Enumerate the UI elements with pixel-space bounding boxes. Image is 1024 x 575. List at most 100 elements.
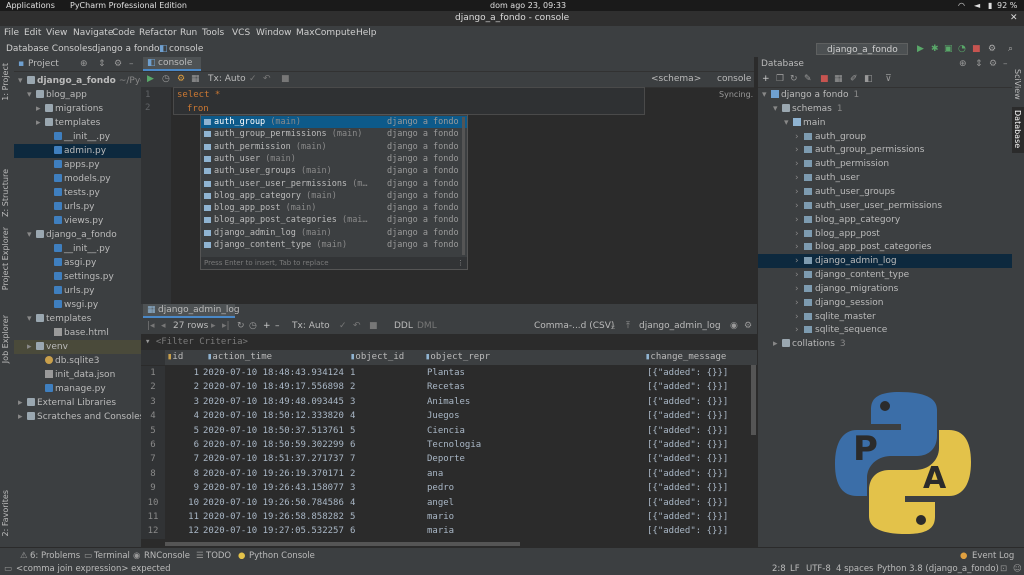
database-tree-item[interactable]: › sqlite_master (758, 310, 1013, 324)
table-cell[interactable]: Animales (427, 395, 627, 409)
project-tree-item[interactable]: urls.py (14, 284, 141, 298)
console-select[interactable]: console (717, 72, 751, 87)
project-tree-item[interactable]: ▸ External Libraries (14, 396, 141, 410)
table-cell[interactable]: 7 (167, 452, 199, 466)
column-header-object-id[interactable]: ▮object_id (350, 350, 404, 365)
table-cell[interactable]: [{"added": {}}] (647, 481, 747, 495)
completion-item[interactable]: auth_user_user_permissions (m… django a f… (201, 178, 467, 190)
rollback-icon[interactable]: ↶ (263, 72, 271, 87)
breadcrumb-django-a-fondo[interactable]: django a fondo (92, 41, 160, 57)
locate-icon[interactable]: ⊕ (959, 57, 967, 71)
project-tree-item[interactable]: ▾ django_a_fondo (14, 228, 141, 242)
table-cell[interactable]: 2020-07-10 19:26:43.158077 (203, 481, 344, 495)
table-cell[interactable]: 6 (350, 524, 420, 538)
table-row[interactable]: 7 7 2020-07-10 18:51:37.271737 7 Deporte [{"a… (141, 452, 757, 467)
table-cell[interactable]: 2020-07-10 18:50:59.302299 (203, 438, 344, 452)
table-cell[interactable]: Recetas (427, 380, 627, 394)
project-tree-item[interactable]: base.html (14, 326, 141, 340)
table-cell[interactable]: 6 (167, 438, 199, 452)
table-cell[interactable]: 4 (350, 409, 420, 423)
tab-job-explorer[interactable]: Job Explorer (1, 315, 10, 363)
column-header-id[interactable]: ▮id (167, 350, 183, 365)
clock[interactable]: dom ago 23, 09:33 (490, 0, 566, 11)
code-line-1[interactable]: select * (177, 90, 220, 100)
table-cell[interactable]: 4 (167, 409, 199, 423)
project-tree-item[interactable]: db.sqlite3 (14, 354, 141, 368)
edit-icon[interactable]: ✐ (850, 71, 858, 87)
project-tree-item[interactable]: apps.py (14, 158, 141, 172)
tab-structure[interactable]: Z: Structure (1, 169, 10, 217)
results-hscrollbar[interactable] (165, 542, 520, 546)
table-cell[interactable]: 1 (167, 366, 199, 380)
caret-position[interactable]: 2:8 (772, 563, 786, 575)
database-tree-item[interactable]: ▾ main (758, 116, 1013, 130)
table-cell[interactable]: 10 (167, 496, 199, 510)
refresh-icon[interactable]: ↻ (790, 71, 798, 87)
breadcrumb-console[interactable]: console (169, 41, 203, 57)
table-cell[interactable]: 9 (167, 481, 199, 495)
expand-arrow-icon[interactable]: ▸ (36, 102, 45, 116)
expand-arrow-icon[interactable]: › (795, 185, 804, 199)
table-cell[interactable]: [{"added": {}}] (647, 424, 747, 438)
hide-icon[interactable]: – (129, 57, 134, 71)
table-row[interactable]: 8 8 2020-07-10 19:26:19.370171 2 ana [{"added… (141, 466, 757, 482)
expand-arrow-icon[interactable]: › (795, 171, 804, 185)
gear-icon[interactable]: ⚙ (989, 57, 997, 71)
expand-arrow-icon[interactable]: ▸ (18, 410, 27, 424)
last-page-icon[interactable]: ▸| (222, 318, 230, 334)
table-cell[interactable]: 5 (350, 510, 420, 524)
completion-item[interactable]: blog_app_post (main) django a fondo (201, 202, 467, 214)
table-cell[interactable]: [{"added": {}}] (647, 409, 747, 423)
copy-icon[interactable]: ❐ (776, 71, 784, 87)
code-line-2[interactable]: fron (187, 104, 209, 114)
table-cell[interactable]: 2020-07-10 19:26:50.784586 (203, 496, 344, 510)
project-tree-item[interactable]: ▸ Scratches and Consoles (14, 410, 141, 424)
expand-arrow-icon[interactable]: › (795, 199, 804, 213)
dml-button[interactable]: DML (417, 318, 437, 334)
table-row[interactable]: 5 5 2020-07-10 18:50:37.513761 5 Ciencia [{"a… (141, 423, 757, 438)
project-tree-item[interactable]: manage.py (14, 382, 141, 396)
project-tree-item[interactable]: ▸ templates (14, 116, 141, 130)
table-row[interactable]: 4 4 2020-07-10 18:50:12.333820 4 Juegos [{"ad… (141, 409, 757, 424)
menu-view[interactable]: View (46, 26, 67, 41)
hide-icon[interactable]: – (1003, 57, 1008, 71)
interpreter-select[interactable]: Python 3.8 (django_a_fondo) (877, 563, 999, 575)
schema-select[interactable]: <schema> (651, 72, 701, 87)
menu-window[interactable]: Window (256, 26, 292, 41)
table-cell[interactable]: [{"added": {}}] (647, 452, 747, 466)
add-icon[interactable]: + (762, 71, 770, 87)
project-tree-item[interactable]: tests.py (14, 186, 141, 200)
table-cell[interactable]: [{"added": {}}] (647, 510, 747, 524)
lock-icon[interactable]: ⊡ (1000, 563, 1007, 575)
table-row[interactable]: 9 9 2020-07-10 19:26:43.158077 3 pedro [{"add… (141, 481, 757, 496)
completion-item[interactable]: auth_permission (main) django a fondo (201, 141, 467, 153)
collapse-icon[interactable]: ⇕ (98, 57, 106, 71)
table-icon[interactable]: ▦ (834, 71, 843, 87)
table-cell[interactable]: 2020-07-10 18:49:17.556898 (203, 380, 344, 394)
completion-item[interactable]: blog_app_category (main) django a fondo (201, 190, 467, 202)
run-icon[interactable]: ▶ (917, 41, 924, 57)
table-row[interactable]: 2 2 2020-07-10 18:49:17.556898 2 Recetas [{"a… (141, 380, 757, 395)
table-cell[interactable]: 11 (167, 510, 199, 524)
stop-icon[interactable]: ■ (369, 318, 378, 334)
search-icon[interactable]: ⌕ (1008, 41, 1013, 57)
previous-page-icon[interactable]: ◂ (161, 318, 166, 334)
database-tree-item[interactable]: ▾ schemas 1 (758, 102, 1013, 116)
table-row[interactable]: 10 10 2020-07-10 19:26:50.784586 4 angel [{"a… (141, 495, 757, 510)
table-cell[interactable]: Tecnologia (427, 438, 627, 452)
project-tree-item[interactable]: settings.py (14, 270, 141, 284)
results-scrollbar[interactable] (751, 365, 756, 435)
tab-todo[interactable]: TODO (206, 548, 231, 564)
table-cell[interactable]: [{"added": {}}] (647, 366, 747, 380)
database-tree-item[interactable]: › auth_permission (758, 157, 1013, 171)
database-tree-item[interactable]: › django_content_type (758, 268, 1013, 282)
database-tree-item[interactable]: › sqlite_sequence (758, 323, 1013, 337)
debug-icon[interactable]: ✱ (931, 41, 939, 57)
tab-rnconsole[interactable]: RNConsole (144, 548, 190, 564)
table-reference[interactable]: django_admin_log (639, 318, 721, 334)
table-cell[interactable]: 2020-07-10 18:49:48.093445 (203, 395, 344, 409)
completion-item[interactable]: auth_group_permissions (main) django a fo… (201, 128, 467, 140)
completion-scrollbar[interactable] (462, 117, 465, 255)
expand-arrow-icon[interactable]: › (795, 227, 804, 241)
indent-setting[interactable]: 4 spaces (836, 563, 873, 575)
